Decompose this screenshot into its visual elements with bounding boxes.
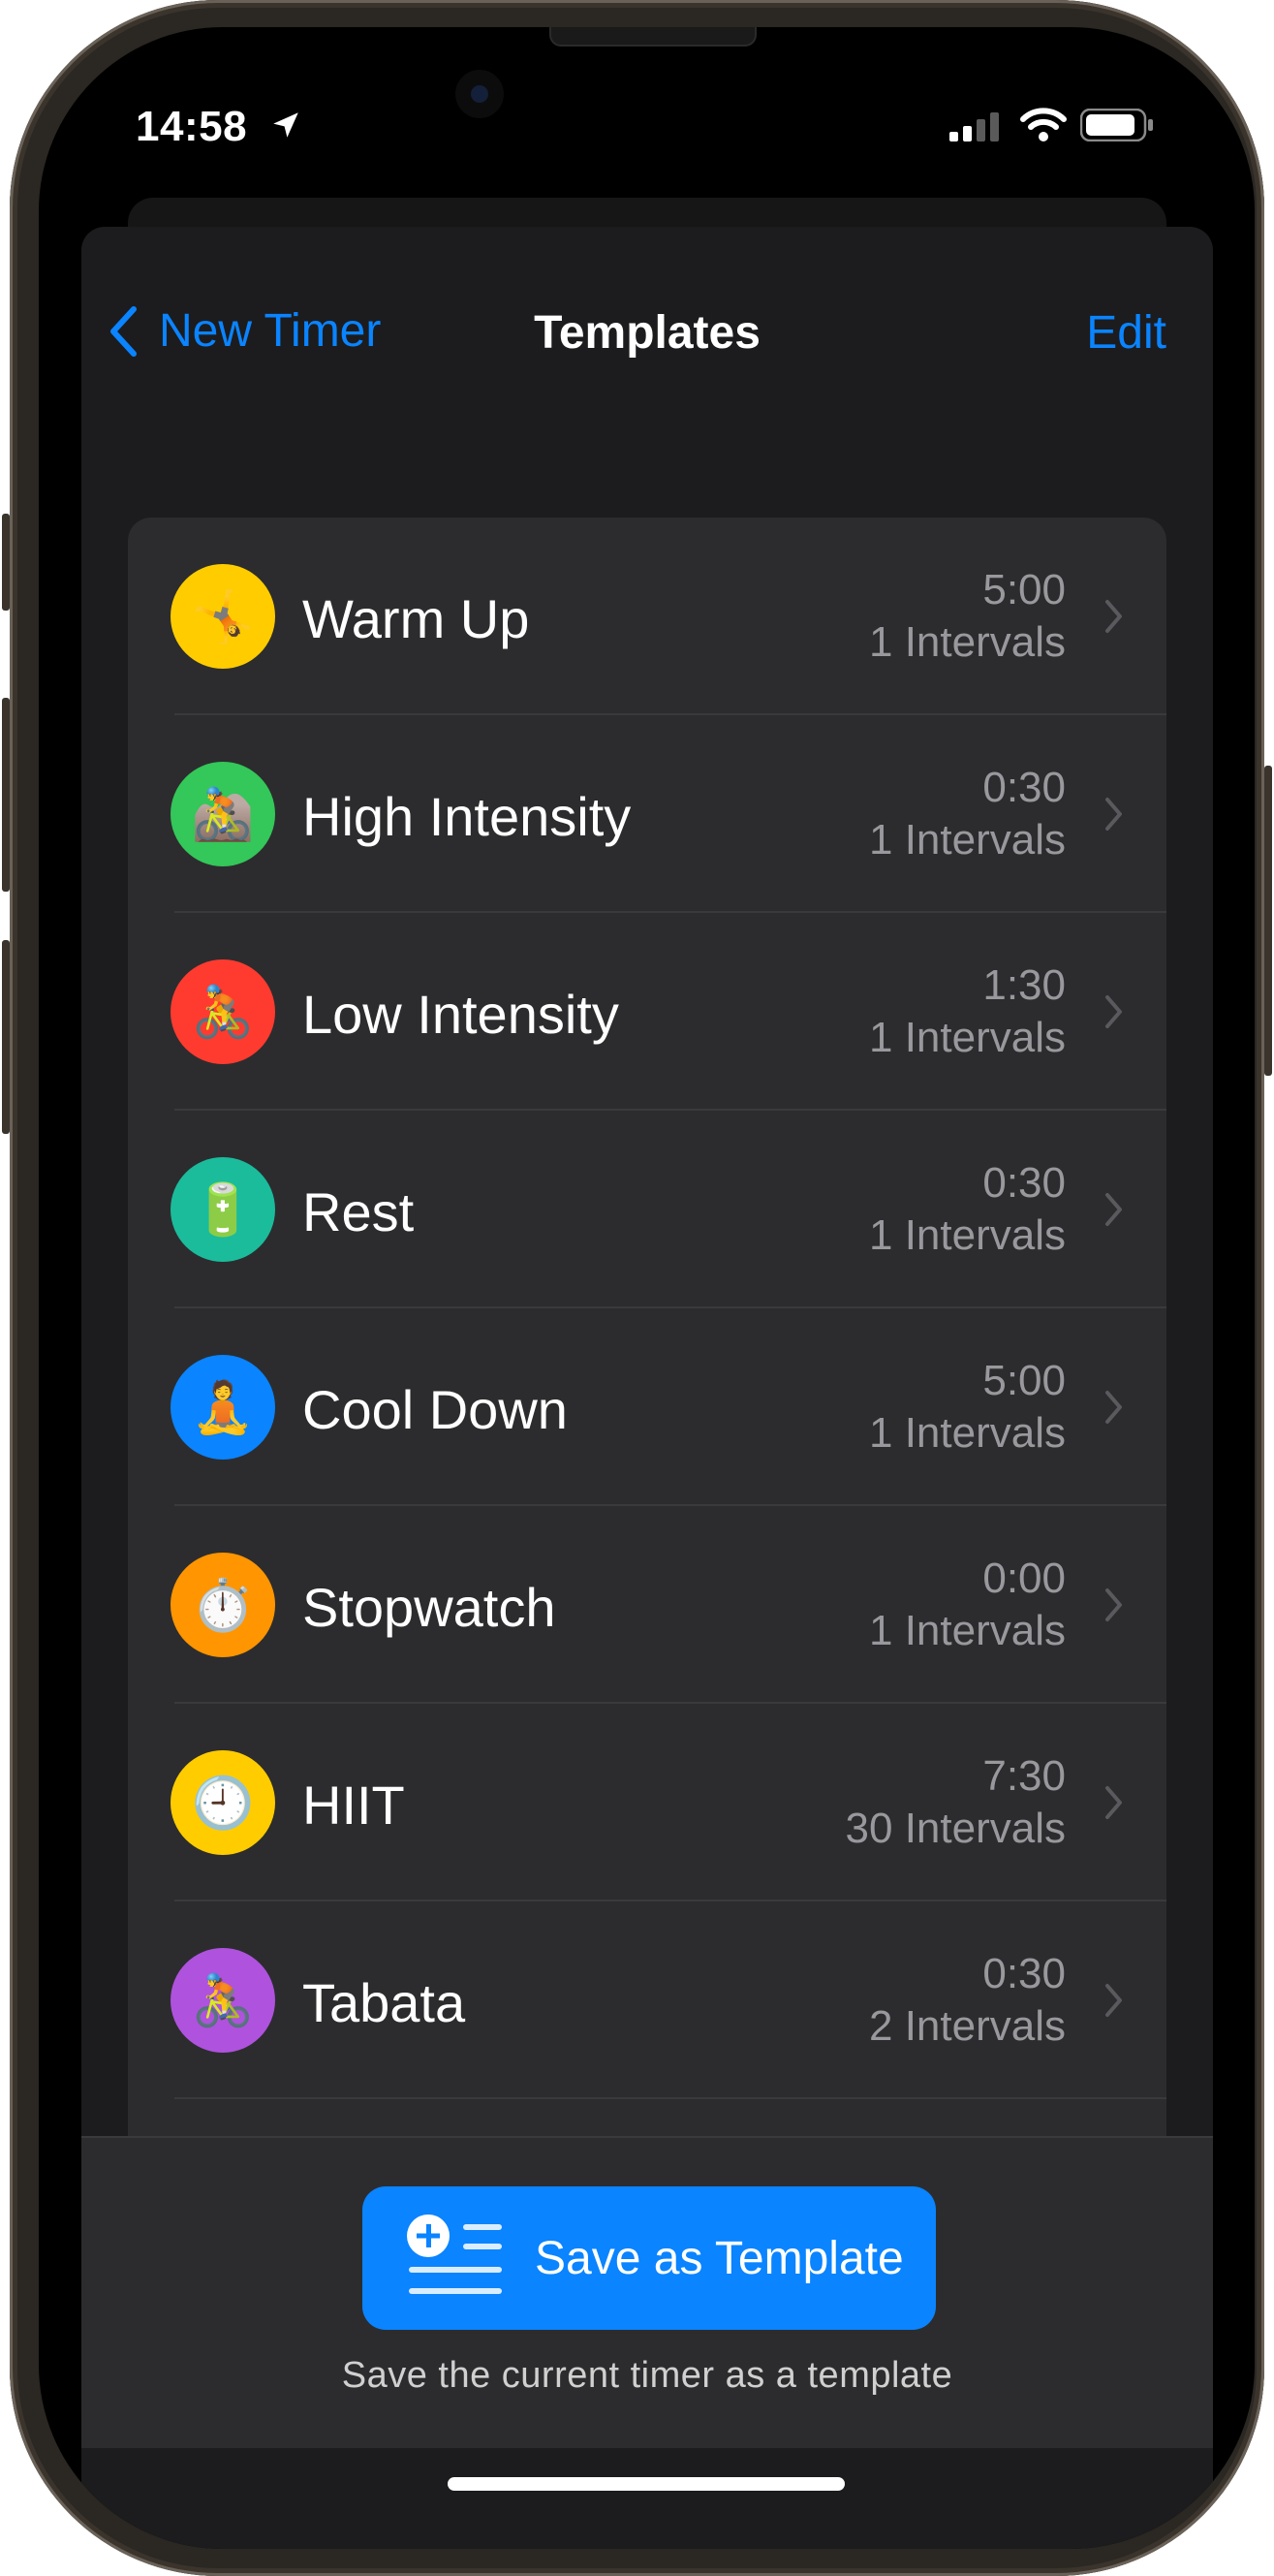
template-duration: 7:30 [982,1752,1066,1800]
back-button-label: New Timer [159,305,382,357]
save-as-template-button[interactable]: Save as Template [362,2186,936,2330]
screen: 14:58 New Timer Templates Edit 🤸 Warm Up… [39,27,1255,2549]
template-row[interactable]: 🚴 Tabata 0:30 2 Intervals [128,1901,1166,2099]
template-duration: 1:30 [982,961,1066,1009]
template-row[interactable]: 🧘 Cool Down 5:00 1 Intervals [128,1308,1166,1506]
template-intervals: 1 Intervals [869,816,1066,864]
mute-switch [2,514,10,611]
volume-up-button [2,698,10,892]
chevron-right-icon [1105,1786,1122,1819]
chevron-right-icon [1105,1588,1122,1621]
template-intervals: 1 Intervals [869,1014,1066,1061]
template-emoji-icon: 🚴 [171,959,275,1064]
home-indicator[interactable] [448,2477,845,2491]
add-list-icon [407,2215,502,2294]
chevron-right-icon [1105,1984,1122,2017]
location-arrow-icon [269,109,302,146]
template-meta: 0:30 1 Intervals [869,1157,1066,1262]
chevron-right-icon [1105,1193,1122,1226]
battery-icon [1079,108,1154,146]
template-emoji-icon: 🤸 [171,564,275,669]
template-intervals: 1 Intervals [869,1211,1066,1259]
template-meta: 0:00 1 Intervals [869,1553,1066,1657]
template-meta: 1:30 1 Intervals [869,959,1066,1064]
template-emoji-icon: 🧘 [171,1355,275,1460]
template-row[interactable]: 🚴 Low Intensity 1:30 1 Intervals [128,913,1166,1111]
chevron-right-icon [1105,600,1122,633]
template-name: Tabata [302,1972,466,2033]
template-intervals: 30 Intervals [845,1805,1066,1852]
template-intervals: 2 Intervals [869,2002,1066,2050]
edit-button[interactable]: Edit [1086,306,1166,360]
bottom-toolbar: Save as Template Save the current timer … [81,2136,1213,2448]
cellular-signal-icon [949,112,1004,146]
template-meta: 0:30 2 Intervals [869,1948,1066,2053]
phone-frame: 14:58 New Timer Templates Edit 🤸 Warm Up… [2,0,1272,2576]
template-name: High Intensity [302,786,632,847]
template-intervals: 1 Intervals [869,618,1066,666]
template-name: Warm Up [302,588,530,649]
wifi-icon [1019,107,1068,148]
template-meta: 5:00 1 Intervals [869,1355,1066,1460]
template-intervals: 1 Intervals [869,1409,1066,1457]
template-row[interactable]: 🕘 HIIT 7:30 30 Intervals [128,1704,1166,1901]
template-row[interactable]: ⏱️ Stopwatch 0:00 1 Intervals [128,1506,1166,1704]
chevron-right-icon [1105,995,1122,1028]
template-intervals: 1 Intervals [869,1607,1066,1654]
template-meta: 0:30 1 Intervals [869,762,1066,866]
template-emoji-icon: ⏱️ [171,1553,275,1657]
template-emoji-icon: 🔋 [171,1157,275,1262]
template-meta: 7:30 30 Intervals [846,1750,1066,1855]
chevron-right-icon [1105,1391,1122,1424]
template-name: Stopwatch [302,1577,556,1638]
templates-sheet: New Timer Templates Edit 🤸 Warm Up 5:00 1 I… [81,227,1213,2549]
template-name: HIIT [302,1775,405,1836]
template-duration: 0:00 [982,1555,1066,1602]
template-meta: 5:00 1 Intervals [869,564,1066,669]
template-duration: 5:00 [982,1357,1066,1404]
template-emoji-icon: 🕘 [171,1750,275,1855]
templates-list: 🤸 Warm Up 5:00 1 Intervals 🚵 High Intensity 0:… [128,518,1166,2165]
power-button [1264,766,1272,1076]
status-time: 14:58 [136,103,248,150]
template-duration: 0:30 [982,764,1066,811]
template-emoji-icon: 🚵 [171,762,275,866]
row-separator [174,2097,1166,2099]
template-name: Rest [302,1181,415,1242]
save-caption: Save the current timer as a template [341,2355,953,2396]
template-duration: 0:30 [982,1159,1066,1207]
template-duration: 0:30 [982,1950,1066,1997]
back-button[interactable]: New Timer [109,304,381,358]
chevron-right-icon [1105,798,1122,831]
save-button-label: Save as Template [535,2232,904,2284]
template-name: Cool Down [302,1379,568,1440]
template-row[interactable]: 🔋 Rest 0:30 1 Intervals [128,1111,1166,1308]
status-bar: 14:58 [39,27,1255,202]
template-duration: 5:00 [982,566,1066,613]
template-name: Low Intensity [302,984,619,1045]
volume-down-button [2,940,10,1134]
template-emoji-icon: 🚴 [171,1948,275,2053]
chevron-left-icon [110,305,137,357]
template-row[interactable]: 🤸 Warm Up 5:00 1 Intervals [128,518,1166,715]
template-row[interactable]: 🚵 High Intensity 0:30 1 Intervals [128,715,1166,913]
